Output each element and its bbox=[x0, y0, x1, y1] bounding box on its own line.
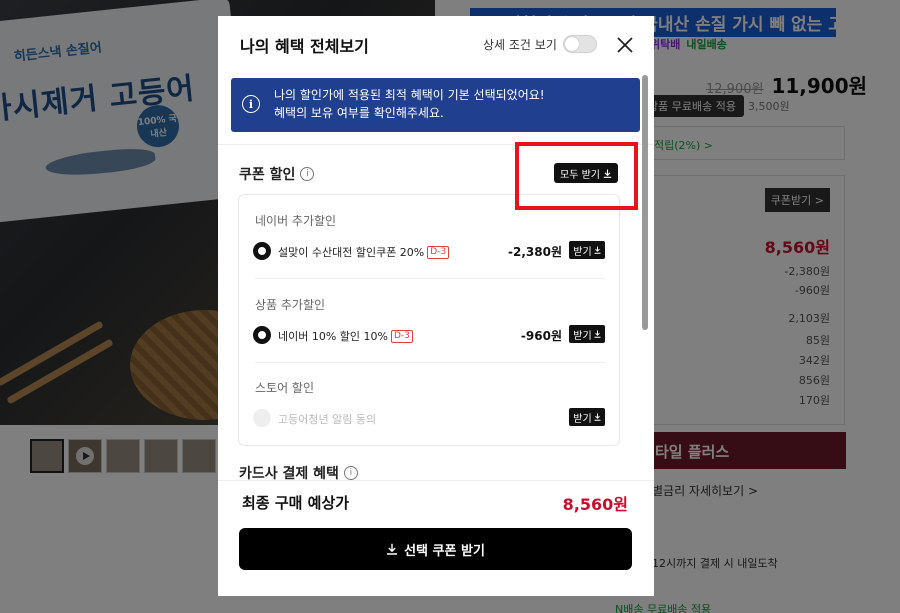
coupon-group-label: 스토어 할인 bbox=[255, 381, 315, 395]
select-coupon-label: 선택 쿠폰 받기 bbox=[404, 543, 485, 559]
coupon-section-title: 쿠폰 할인 i bbox=[239, 164, 315, 184]
coupon-row[interactable]: 설맞이 수산대전 할인쿠폰 20% D-3 -2,380원 받기 bbox=[253, 241, 605, 261]
info-text: 나의 할인가에 적용된 최적 혜택이 기본 선택되었어요! 혜택의 보유 여부를… bbox=[274, 86, 545, 122]
select-coupon-button[interactable]: 선택 쿠폰 받기 bbox=[239, 528, 632, 570]
detail-toggle-label: 상세 조건 보기 bbox=[483, 38, 557, 52]
get-coupon-button[interactable]: 받기 bbox=[569, 408, 605, 426]
info-circle-icon[interactable]: i bbox=[300, 167, 315, 181]
coupon-name: 설맞이 수산대전 할인쿠폰 20% D-3 bbox=[278, 244, 450, 260]
download-icon bbox=[387, 543, 398, 555]
section-title-text: 카드사 결제 혜택 bbox=[239, 466, 339, 480]
coupon-radio[interactable] bbox=[253, 326, 271, 344]
get-coupon-button[interactable]: 받기 bbox=[569, 241, 605, 259]
close-button[interactable] bbox=[614, 34, 636, 56]
toggle-knob bbox=[565, 37, 579, 51]
final-price: 8,560원 bbox=[562, 495, 628, 514]
modal-header: 나의 혜택 전체보기 상세 조건 보기 bbox=[218, 16, 654, 72]
download-icon bbox=[594, 246, 601, 254]
get-coupon-label: 받기 bbox=[573, 413, 592, 425]
modal-footer: 최종 구매 예상가 8,560원 선택 쿠폰 받기 bbox=[218, 480, 654, 596]
coupon-amount: -2,380원 bbox=[508, 245, 562, 259]
coupon-name: 고등어청년 알림 동의 bbox=[278, 411, 376, 427]
coupon-row[interactable]: 네이버 10% 할인 10% D-3 -960원 받기 bbox=[253, 325, 605, 345]
modal-scroll-area[interactable]: i 나의 할인가에 적용된 최적 혜택이 기본 선택되었어요! 혜택의 보유 여… bbox=[218, 72, 654, 480]
info-text-line: 나의 할인가에 적용된 최적 혜택이 기본 선택되었어요! bbox=[274, 88, 545, 102]
coupon-list-card: 네이버 추가할인 설맞이 수산대전 할인쿠폰 20% D-3 -2,380원 받… bbox=[238, 194, 620, 446]
coupon-name-text: 네이버 10% 할인 10% bbox=[278, 330, 388, 343]
section-title-text: 쿠폰 할인 bbox=[239, 167, 296, 183]
dday-badge: D-3 bbox=[391, 329, 413, 343]
benefits-modal: 나의 혜택 전체보기 상세 조건 보기 i 나의 할인가에 적용된 최적 혜택이… bbox=[218, 16, 654, 596]
coupon-name: 네이버 10% 할인 10% D-3 bbox=[278, 328, 413, 344]
coupon-group-label: 상품 추가할인 bbox=[255, 298, 326, 312]
get-coupon-label: 받기 bbox=[573, 246, 592, 258]
coupon-amount: -960원 bbox=[520, 329, 562, 343]
get-coupon-button[interactable]: 받기 bbox=[569, 325, 605, 343]
coupon-radio[interactable] bbox=[253, 242, 271, 260]
coupon-name-text: 설맞이 수산대전 할인쿠폰 20% bbox=[278, 246, 425, 259]
row-divider bbox=[255, 362, 605, 363]
info-text-line: 혜택의 보유 여부를 확인해주세요. bbox=[274, 106, 444, 120]
get-coupon-label: 받기 bbox=[573, 330, 592, 342]
card-section-title: 카드사 결제 혜택 i bbox=[239, 463, 358, 480]
info-icon: i bbox=[242, 95, 260, 113]
info-circle-icon[interactable]: i bbox=[343, 466, 358, 480]
modal-title: 나의 혜택 전체보기 bbox=[240, 37, 369, 56]
row-divider bbox=[255, 278, 605, 279]
close-icon bbox=[617, 37, 633, 53]
info-banner: i 나의 할인가에 적용된 최적 혜택이 기본 선택되었어요! 혜택의 보유 여… bbox=[231, 78, 640, 132]
coupon-radio bbox=[253, 409, 271, 427]
coupon-row: 고등어청년 알림 동의 받기 bbox=[253, 408, 605, 428]
detail-toggle[interactable] bbox=[563, 35, 597, 53]
coupon-group-label: 네이버 추가할인 bbox=[255, 214, 337, 228]
download-icon bbox=[594, 413, 601, 421]
coupon-name-text: 고등어청년 알림 동의 bbox=[278, 413, 377, 426]
final-price-label: 최종 구매 예상가 bbox=[242, 494, 350, 512]
download-icon bbox=[594, 330, 601, 338]
scrollbar-thumb[interactable] bbox=[642, 75, 648, 330]
dday-badge: D-3 bbox=[427, 245, 450, 259]
highlight-annotation bbox=[515, 142, 638, 210]
